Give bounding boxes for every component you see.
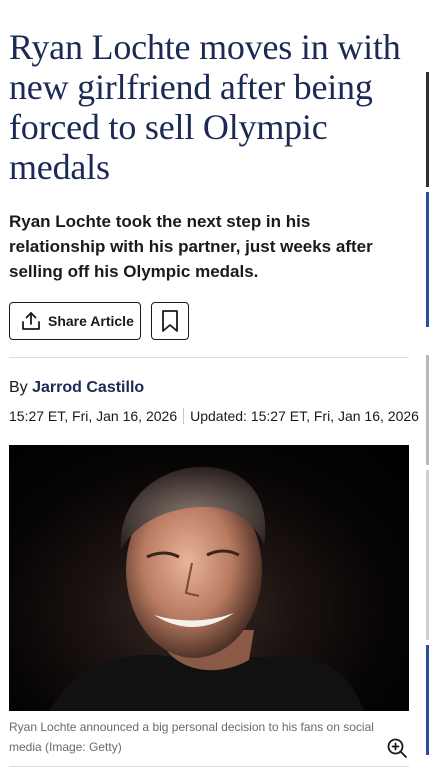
subheadline: Ryan Lochte took the next step in his re…	[9, 212, 373, 281]
article-photo[interactable]	[9, 445, 409, 711]
share-article-label: Share Article	[48, 313, 134, 329]
bookmark-icon	[160, 309, 180, 333]
photo-caption: Ryan Lochte announced a big personal dec…	[9, 717, 381, 757]
published-date: 15:27 ET, Fri, Jan 16, 2026	[9, 408, 178, 424]
updated-date: Updated: 15:27 ET, Fri, Jan 16, 2026	[190, 408, 419, 424]
bookmark-button[interactable]	[151, 302, 189, 340]
article-actions: Share Article	[9, 302, 189, 340]
divider	[9, 766, 409, 767]
photo-credit: (Image: Getty)	[45, 740, 122, 754]
share-article-button[interactable]: Share Article	[9, 302, 141, 340]
headline: Ryan Lochte moves in with new girlfriend…	[9, 27, 401, 187]
share-icon	[20, 310, 42, 332]
article-dates: 15:27 ET, Fri, Jan 16, 2026 Updated: 15:…	[9, 408, 419, 424]
byline: By Jarrod Castillo	[9, 379, 144, 397]
byline-prefix: By	[9, 379, 28, 396]
date-separator	[183, 408, 185, 424]
zoom-in-icon[interactable]	[386, 737, 408, 759]
divider	[9, 357, 409, 358]
portrait-image	[49, 466, 364, 711]
author-link[interactable]: Jarrod Castillo	[32, 379, 144, 396]
